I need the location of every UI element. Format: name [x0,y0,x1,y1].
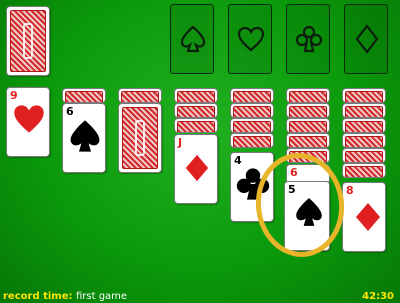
face-down-card [118,88,162,103]
face-down-card [230,133,274,148]
card-rank: J [178,136,183,149]
heart-icon [14,105,44,133]
face-down-card [342,118,386,133]
face-down-card [230,88,274,103]
club-outline-icon [295,25,323,53]
face-down-card [286,103,330,118]
card-back-pattern [122,107,158,169]
card-back-pattern [10,10,46,72]
face-down-card [286,118,330,133]
face-down-card [342,133,386,148]
record-time-value: first game [75,291,128,302]
foundation-diamonds[interactable] [344,4,388,74]
foundation-spades[interactable] [170,4,214,74]
tableau-card-8-diamonds[interactable]: 8 [342,182,386,252]
diamond-icon [185,154,209,182]
status-bar: record time: first game 42:30 [0,290,400,303]
face-down-card [342,103,386,118]
face-down-card [174,118,218,133]
stock-pile[interactable] [6,6,50,76]
face-down-card [342,88,386,103]
foundation-hearts[interactable] [228,4,272,74]
diamond-outline-icon [355,24,379,54]
face-down-card [342,148,386,163]
record-time-label: record time: [3,291,73,302]
face-down-card [230,103,274,118]
face-down-card [174,88,218,103]
face-down-card [342,163,386,178]
heart-outline-icon [237,26,265,52]
record-time: record time: first game [3,290,127,303]
face-down-card [62,88,106,103]
face-down-card[interactable] [118,103,162,173]
face-down-card [230,118,274,133]
spade-outline-icon [180,25,206,53]
game-timer: 42:30 [362,291,394,302]
card-rank: 9 [10,89,18,102]
diamond-icon [356,203,380,231]
face-down-card [286,133,330,148]
tableau-card-6-spades[interactable]: 6 [62,103,106,173]
face-down-card [286,88,330,103]
game-board: 9 6 J 4 6 5 8 record time: first game 42… [0,0,400,303]
face-down-card [174,103,218,118]
tableau-card-9-hearts[interactable]: 9 [6,87,50,157]
spade-icon [70,120,100,152]
tableau-card-J-diamonds[interactable]: J [174,134,218,204]
foundation-clubs[interactable] [286,4,330,74]
